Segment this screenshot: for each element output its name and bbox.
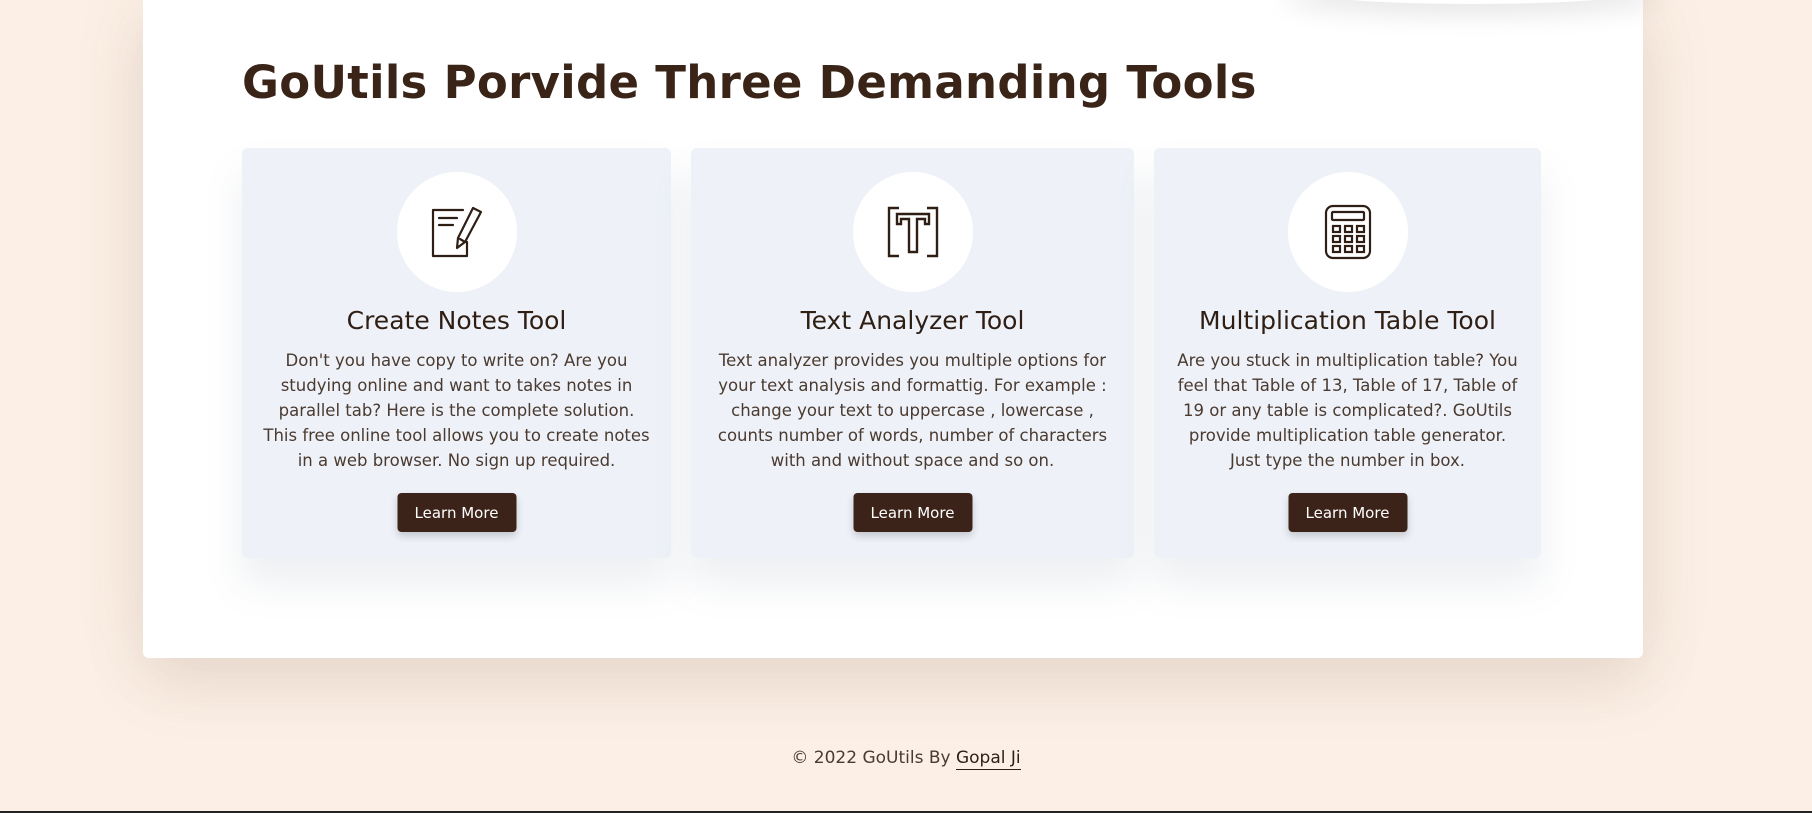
section-heading: GoUtils Porvide Three Demanding Tools [242,56,1257,109]
card-description: Are you stuck in multiplication table? Y… [1177,351,1518,470]
footer: © 2022 GoUtils By Gopal Ji [0,748,1812,770]
card-title: Multiplication Table Tool [1199,306,1496,335]
icon-circle [1287,172,1408,292]
card-multiplication-table: Multiplication Table Tool Are you stuck … [1154,148,1541,558]
icon-circle [396,172,517,292]
author-link[interactable]: Gopal Ji [955,748,1021,770]
icon-circle [852,172,973,292]
calculator-icon [1324,204,1371,260]
learn-more-button[interactable]: Learn More [397,493,516,532]
learn-more-button[interactable]: Learn More [1288,493,1407,532]
card-create-notes: Create Notes Tool Don't you have copy to… [242,148,671,558]
tools-section: GoUtils Porvide Three Demanding Tools Cr… [143,0,1643,658]
card-description: Text analyzer provides you multiple opti… [717,351,1108,470]
card-title: Create Notes Tool [346,306,567,335]
decorative-shadow [1283,0,1663,4]
card-title: Text Analyzer Tool [800,306,1025,335]
text-t-icon [887,206,938,258]
card-text-analyzer: Text Analyzer Tool Text analyzer provide… [691,148,1134,558]
copyright-text: © 2022 GoUtils By [791,748,951,768]
card-description: Don't you have copy to write on? Are you… [263,351,650,470]
notes-pen-icon [431,206,482,258]
learn-more-button[interactable]: Learn More [853,493,972,532]
page: GoUtils Porvide Three Demanding Tools Cr… [0,0,1812,813]
